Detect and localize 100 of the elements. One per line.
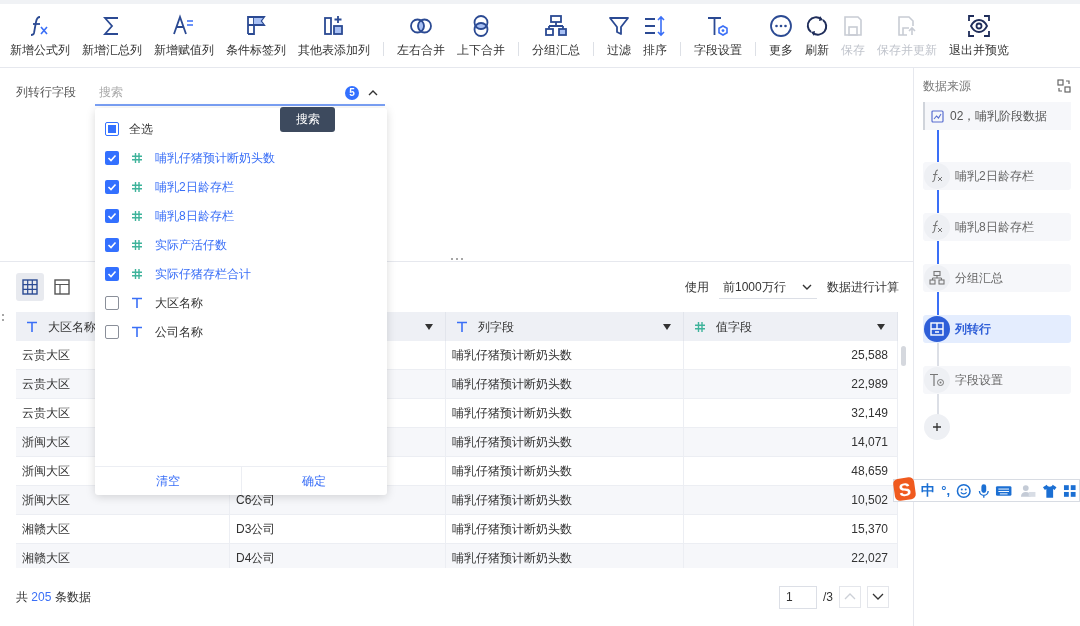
table-cell-text: 22,989: [851, 376, 888, 393]
checkbox[interactable]: [105, 295, 119, 310]
checkbox[interactable]: [105, 237, 119, 252]
toolbar-button[interactable]: 过滤: [601, 13, 637, 58]
keyboard-icon: [995, 483, 1013, 498]
option-label[interactable]: 全选: [129, 119, 153, 138]
table-cell-text: 哺乳仔猪预计断奶头数: [452, 550, 572, 567]
total-count: 共 205 条数据: [16, 589, 91, 606]
text-type-icon: [131, 296, 143, 309]
table-cell-text: 哺乳仔猪预计断奶头数: [452, 492, 572, 509]
field-label: 列转行字段: [16, 84, 77, 101]
ime-punctuation[interactable]: °,: [941, 480, 951, 501]
shirt-icon: [1042, 482, 1058, 499]
dropdown-button[interactable]: 清空: [95, 467, 241, 495]
option-label[interactable]: 实际产活仔数: [155, 235, 227, 254]
toolbar-button[interactable]: 新增公式列: [4, 13, 76, 58]
microphone-icon: [977, 482, 990, 499]
source-card[interactable]: 02，哺乳阶段数据: [923, 102, 1071, 130]
step-item[interactable]: 列转行: [923, 315, 1071, 343]
toolbar-button[interactable]: 条件标签列: [220, 13, 292, 58]
formula-icon: [929, 168, 945, 184]
pivot-icon: [929, 321, 945, 337]
table-cell-text: 云贵大区: [22, 347, 70, 364]
plus-icon: [932, 422, 942, 432]
checkbox[interactable]: [105, 324, 119, 339]
number-type-icon: [131, 209, 143, 222]
smiley-icon: [956, 482, 972, 499]
option-label[interactable]: 哺乳仔猪预计断奶头数: [155, 148, 275, 167]
option-label[interactable]: 哺乳8日龄存栏: [155, 206, 234, 225]
toolbar-button[interactable]: 左右合并: [391, 13, 451, 58]
table-cell-text: 哺乳仔猪预计断奶头数: [452, 405, 572, 422]
tooltip: 搜索: [280, 107, 335, 132]
add-step-button[interactable]: [924, 414, 950, 440]
step-item[interactable]: 字段设置: [923, 366, 1071, 394]
dropdown-button[interactable]: 确定: [240, 467, 387, 495]
table-cell-text: 湘赣大区: [22, 550, 70, 567]
option-label[interactable]: 大区名称: [155, 293, 203, 312]
toolbar-button[interactable]: 排序: [637, 13, 673, 58]
toolbar-button[interactable]: 刷新: [799, 13, 835, 58]
check-icon: [107, 239, 117, 250]
checkbox[interactable]: [105, 150, 119, 165]
table-cell-text: 浙闽大区: [22, 434, 70, 451]
page-total: /3: [823, 589, 833, 606]
layout-icon: [53, 278, 71, 296]
step-label: 哺乳2日龄存栏: [955, 168, 1034, 185]
grid-apps-icon: [1063, 483, 1077, 498]
toolbar-button[interactable]: 新增汇总列: [76, 13, 148, 58]
hierarchy-icon: [544, 13, 568, 38]
step-item[interactable]: 哺乳8日龄存栏: [923, 213, 1071, 241]
page-input[interactable]: 1: [779, 585, 817, 609]
chevron-up-icon: [843, 592, 857, 602]
field-settings-icon: [929, 372, 945, 388]
page-button[interactable]: [867, 586, 889, 608]
step-label: 分组汇总: [955, 270, 1003, 287]
step-item[interactable]: 哺乳2日龄存栏: [923, 162, 1071, 190]
column-title: 大区名称: [48, 318, 96, 336]
toolbar-button[interactable]: 新增赋值列: [148, 13, 220, 58]
step-label: 哺乳8日龄存栏: [955, 219, 1034, 236]
scrollbar-thumb[interactable]: [901, 346, 906, 366]
option-label[interactable]: 实际仔猪存栏合计: [155, 264, 251, 283]
number-type-icon: [131, 238, 143, 251]
toolbar-button[interactable]: 其他表添加列: [292, 13, 376, 58]
checkbox[interactable]: [105, 208, 119, 223]
table-cell-text: 哺乳仔猪预计断奶头数: [452, 521, 572, 538]
number-type-icon: [131, 151, 143, 164]
text-type-icon: [456, 320, 468, 333]
table-cell-text: 48,659: [851, 463, 888, 480]
ime-mode[interactable]: 中: [921, 480, 936, 501]
swap-icon: [1057, 79, 1071, 93]
row-limit-suffix: 数据进行计算: [827, 279, 899, 296]
table-cell-text: 25,588: [851, 347, 888, 364]
table-cell-text: 浙闽大区: [22, 463, 70, 480]
number-type-icon: [131, 180, 143, 193]
toolbar-button[interactable]: 更多: [763, 13, 799, 58]
checkbox[interactable]: [105, 179, 119, 194]
checkbox[interactable]: [105, 266, 119, 281]
column-title: 值字段: [716, 318, 752, 336]
drag-handle-icon: [0, 312, 6, 322]
table-cell-text: 10,502: [851, 492, 888, 509]
number-type-icon: [694, 320, 706, 333]
check-icon: [107, 152, 117, 163]
row-limit-prefix: 使用: [685, 279, 709, 296]
toolbar-button[interactable]: 上下合并: [451, 13, 511, 58]
table-cell-text: D3公司: [236, 521, 276, 538]
option-label[interactable]: 公司名称: [155, 322, 203, 341]
count-badge: 5: [345, 86, 359, 100]
row-limit-select[interactable]: 前1000万行: [719, 275, 817, 299]
view-toggle[interactable]: [16, 273, 44, 301]
table-cell-text: D4公司: [236, 550, 276, 567]
toolbar-button[interactable]: 分组汇总: [526, 13, 586, 58]
step-item[interactable]: 分组汇总: [923, 264, 1071, 292]
option-label[interactable]: 哺乳2日龄存栏: [155, 177, 234, 196]
toolbar-button[interactable]: 字段设置: [688, 13, 748, 58]
toolbar-button[interactable]: 退出并预览: [943, 13, 1015, 58]
table-cell-text: 32,149: [851, 405, 888, 422]
checkbox[interactable]: [105, 121, 119, 136]
step-label: 字段设置: [955, 372, 1003, 389]
check-icon: [107, 210, 117, 221]
drag-handle-icon: [450, 256, 464, 262]
save-icon: [841, 13, 865, 38]
